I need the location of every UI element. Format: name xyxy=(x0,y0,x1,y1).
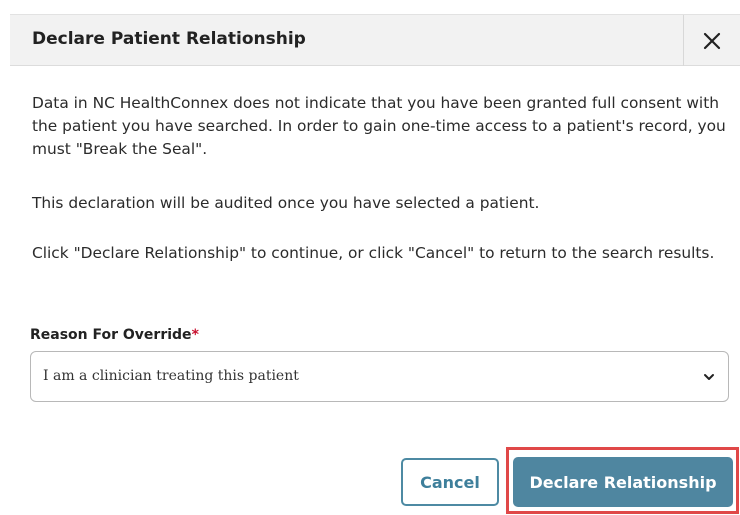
reason-selected-value: I am a clinician treating this patient xyxy=(43,368,299,384)
close-icon xyxy=(703,32,721,49)
close-button[interactable] xyxy=(683,15,740,66)
required-marker: * xyxy=(191,327,199,343)
audit-message: This declaration will be audited once yo… xyxy=(32,194,540,212)
declare-relationship-dialog: Declare Patient Relationship Data in NC … xyxy=(0,0,740,515)
declare-relationship-button[interactable]: Declare Relationship xyxy=(513,457,733,507)
reason-label: Reason For Override* xyxy=(30,327,199,343)
reason-label-text: Reason For Override xyxy=(30,327,192,343)
instruction-message: Click "Declare Relationship" to continue… xyxy=(32,244,715,262)
dialog-header: Declare Patient Relationship xyxy=(10,14,740,66)
consent-message: Data in NC HealthConnex does not indicat… xyxy=(32,94,726,158)
dialog-title: Declare Patient Relationship xyxy=(32,29,306,49)
chevron-down-icon xyxy=(704,374,714,380)
cancel-button[interactable]: Cancel xyxy=(401,458,499,506)
reason-select[interactable]: I am a clinician treating this patient xyxy=(30,351,729,402)
